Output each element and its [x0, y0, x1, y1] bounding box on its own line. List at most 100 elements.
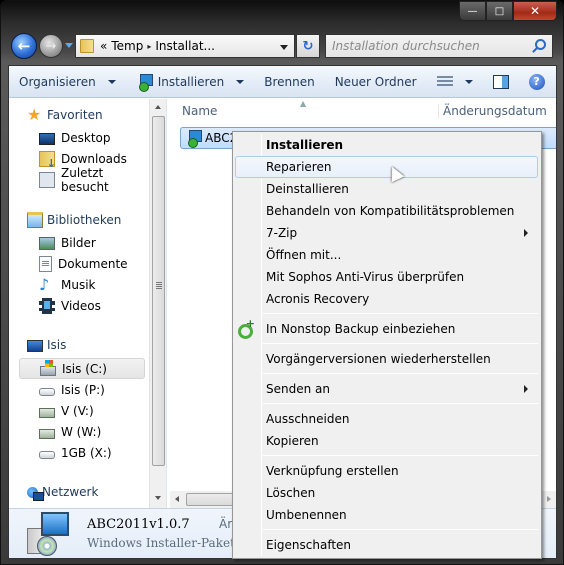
menu-item-open-with[interactable]: Öffnen mit... [235, 244, 538, 266]
details-modified-label: Är [219, 517, 233, 531]
sidebar-item-desktop[interactable]: Desktop [19, 127, 145, 148]
address-dropdown-icon[interactable] [280, 45, 288, 50]
preview-pane-button[interactable] [483, 66, 519, 97]
sidebar-item-label: Desktop [61, 130, 111, 145]
menu-item-uninstall[interactable]: Deinstallieren [235, 178, 538, 200]
navigation-pane-scrollbar[interactable] [149, 99, 166, 508]
menu-item-install[interactable]: Installieren [235, 134, 538, 156]
help-button[interactable]: ? [519, 66, 555, 97]
maximize-button[interactable]: □ [486, 1, 513, 21]
network-drive-icon [39, 428, 55, 439]
menu-separator [263, 529, 538, 530]
scrollbar-thumb[interactable] [152, 116, 165, 466]
column-header-name[interactable]: Name [182, 104, 217, 118]
menu-item-label: Behandeln von Kompatibilitätsproblemen [266, 204, 515, 218]
scroll-right-icon[interactable] [547, 496, 551, 502]
sidebar-group-label: Isis [47, 338, 67, 352]
backup-icon [238, 317, 255, 339]
sidebar-group-network[interactable]: Netzwerk [27, 485, 98, 501]
sidebar-item-recent[interactable]: Zuletzt besucht [19, 166, 145, 194]
sidebar-group-favorites[interactable]: ★ Favoriten [27, 107, 103, 123]
menu-item-repair[interactable]: Reparieren [235, 156, 538, 178]
menu-item-rename[interactable]: Umbenennen [235, 504, 538, 526]
minimize-button[interactable]: — [459, 1, 486, 21]
menu-item-acronis-recovery[interactable]: Acronis Recovery [235, 288, 538, 310]
menu-item-nonstop-backup[interactable]: In Nonstop Backup einbeziehen [235, 317, 538, 340]
menu-item-troubleshoot-compatibility[interactable]: Behandeln von Kompatibilitätsproblemen [235, 200, 538, 222]
menu-item-7zip[interactable]: 7-Zip [235, 222, 538, 244]
sidebar-item-label: Isis (C:) [62, 361, 107, 376]
menu-item-label: Mit Sophos Anti-Virus überprüfen [266, 270, 465, 284]
sidebar-item-drive-w[interactable]: W (W:) [19, 421, 145, 442]
sidebar-group-computer[interactable]: Isis [27, 338, 66, 352]
details-file-type: Windows Installer-Paket [87, 536, 235, 550]
context-menu: Installieren Reparieren Deinstallieren B… [232, 131, 542, 559]
search-input[interactable]: Installation durchsuchen [325, 34, 553, 58]
sidebar-item-drive-p[interactable]: Isis (P:) [19, 379, 145, 400]
explorer-window: — □ ✕ ← → « Temp ▸ Installat... ↻ Instal… [0, 0, 564, 565]
submenu-arrow-icon [524, 229, 528, 237]
organize-button[interactable]: Organisieren [9, 66, 126, 97]
sidebar-item-label: Bilder [61, 235, 96, 250]
scroll-left-icon[interactable] [175, 496, 179, 502]
network-icon [27, 486, 44, 501]
recent-pages-dropdown-icon[interactable] [65, 43, 73, 48]
breadcrumb-separator-icon[interactable]: ▸ [147, 42, 151, 51]
breadcrumb-temp[interactable]: Temp [111, 39, 143, 53]
column-header-date[interactable]: Änderungsdatum [438, 104, 547, 118]
menu-separator [263, 373, 538, 374]
menu-item-sophos-scan[interactable]: Mit Sophos Anti-Virus überprüfen [235, 266, 538, 288]
preview-pane-icon [492, 74, 509, 89]
sidebar-item-drive-x[interactable]: 1GB (X:) [19, 442, 145, 463]
scroll-up-icon[interactable] [155, 105, 161, 109]
sidebar-item-documents[interactable]: Dokumente [19, 253, 145, 274]
address-bar[interactable]: « Temp ▸ Installat... [75, 34, 295, 58]
close-button[interactable]: ✕ [513, 1, 557, 21]
menu-separator [263, 313, 538, 314]
sidebar-item-drive-c[interactable]: Isis (C:) [19, 358, 145, 379]
forward-button[interactable]: → [39, 34, 63, 58]
documents-icon [39, 255, 52, 272]
sidebar-item-label: Zuletzt besucht [61, 165, 109, 194]
install-button[interactable]: Installieren [126, 66, 255, 97]
new-folder-button[interactable]: Neuer Ordner [325, 66, 427, 97]
menu-item-label: Eigenschaften [266, 538, 352, 552]
menu-item-send-to[interactable]: Senden an [235, 378, 538, 400]
menu-item-copy[interactable]: Kopieren [235, 430, 538, 452]
chevron-down-icon [107, 79, 116, 84]
sidebar-group-label: Bibliotheken [47, 213, 122, 227]
sidebar-item-music[interactable]: ♪ Musik [19, 274, 145, 295]
menu-separator [263, 403, 538, 404]
menu-item-delete[interactable]: Löschen [235, 482, 538, 504]
sidebar-group-label: Favoriten [47, 108, 103, 122]
search-placeholder: Installation durchsuchen [332, 39, 480, 53]
sidebar-item-label: W (W:) [61, 424, 102, 439]
back-button[interactable]: ← [11, 33, 37, 59]
breadcrumb-installation[interactable]: Installat... [155, 39, 215, 53]
downloads-icon [39, 150, 56, 170]
network-drive-icon [39, 407, 55, 418]
sidebar-group-libraries[interactable]: Bibliotheken [27, 212, 121, 228]
menu-item-restore-previous-versions[interactable]: Vorgängerversionen wiederherstellen [235, 348, 538, 370]
chevron-down-icon [464, 79, 473, 84]
caption-buttons: — □ ✕ [459, 1, 557, 21]
sidebar-item-videos[interactable]: Videos [19, 295, 145, 316]
sidebar-item-drive-v[interactable]: V (V:) [19, 400, 145, 421]
drive-icon [39, 388, 55, 396]
sidebar-item-pictures[interactable]: Bilder [19, 232, 145, 253]
change-view-button[interactable] [427, 66, 483, 97]
folder-icon [80, 39, 94, 53]
menu-item-properties[interactable]: Eigenschaften [235, 534, 538, 556]
search-icon[interactable] [535, 39, 546, 50]
burn-button[interactable]: Brennen [254, 66, 324, 97]
menu-item-label: Verknüpfung erstellen [266, 464, 399, 478]
refresh-button[interactable]: ↻ [296, 34, 320, 58]
command-bar: Organisieren Installieren Brennen Neuer … [9, 66, 556, 98]
menu-item-label: Ausschneiden [266, 412, 350, 426]
menu-item-create-shortcut[interactable]: Verknüpfung erstellen [235, 460, 538, 482]
sidebar-item-label: Dokumente [58, 256, 128, 271]
computer-icon [27, 339, 43, 352]
scroll-down-icon[interactable] [155, 496, 161, 500]
menu-item-cut[interactable]: Ausschneiden [235, 408, 538, 430]
breadcrumb-overflow[interactable]: « [100, 39, 107, 53]
